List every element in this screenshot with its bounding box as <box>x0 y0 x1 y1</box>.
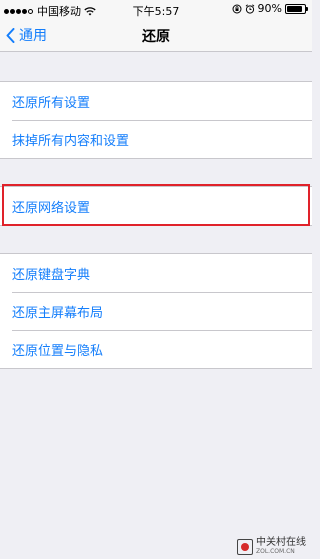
settings-group-other-resets: 还原键盘字典 还原主屏幕布局 还原位置与隐私 <box>0 253 312 369</box>
reset-location-privacy-row[interactable]: 还原位置与隐私 <box>0 330 312 368</box>
battery-body <box>285 3 306 14</box>
reset-home-screen-layout-row[interactable]: 还原主屏幕布局 <box>0 292 312 330</box>
settings-group-network: 还原网络设置 <box>0 186 312 226</box>
navigation-bar: 通用 还原 <box>0 18 312 52</box>
alarm-icon <box>245 3 254 14</box>
watermark-name: 中关村在线 <box>256 537 306 548</box>
page-title: 还原 <box>142 29 170 45</box>
battery-fill <box>287 5 303 12</box>
reset-all-settings-row[interactable]: 还原所有设置 <box>0 82 312 120</box>
battery-percent: 90% <box>257 2 282 15</box>
settings-screen: 中国移动 下午5:57 90% 通用 还原 还原所有设置 抹掉所有内容和设置 还… <box>0 0 312 559</box>
status-right: 90% <box>232 2 308 15</box>
watermark-text: 中关村在线 ZOL.COM.CN <box>256 538 306 555</box>
status-bar: 中国移动 下午5:57 90% <box>0 0 312 18</box>
watermark-url: ZOL.COM.CN <box>256 548 295 555</box>
zol-logo-icon <box>237 538 253 555</box>
orientation-lock-icon <box>232 4 242 13</box>
settings-group-reset-all: 还原所有设置 抹掉所有内容和设置 <box>0 81 312 159</box>
erase-all-content-row[interactable]: 抹掉所有内容和设置 <box>0 120 312 158</box>
reset-network-settings-row[interactable]: 还原网络设置 <box>0 187 312 225</box>
watermark: 中关村在线 ZOL.COM.CN <box>237 538 306 555</box>
battery-cap <box>306 6 308 11</box>
battery-icon <box>285 3 308 14</box>
reset-keyboard-dictionary-row[interactable]: 还原键盘字典 <box>0 254 312 292</box>
